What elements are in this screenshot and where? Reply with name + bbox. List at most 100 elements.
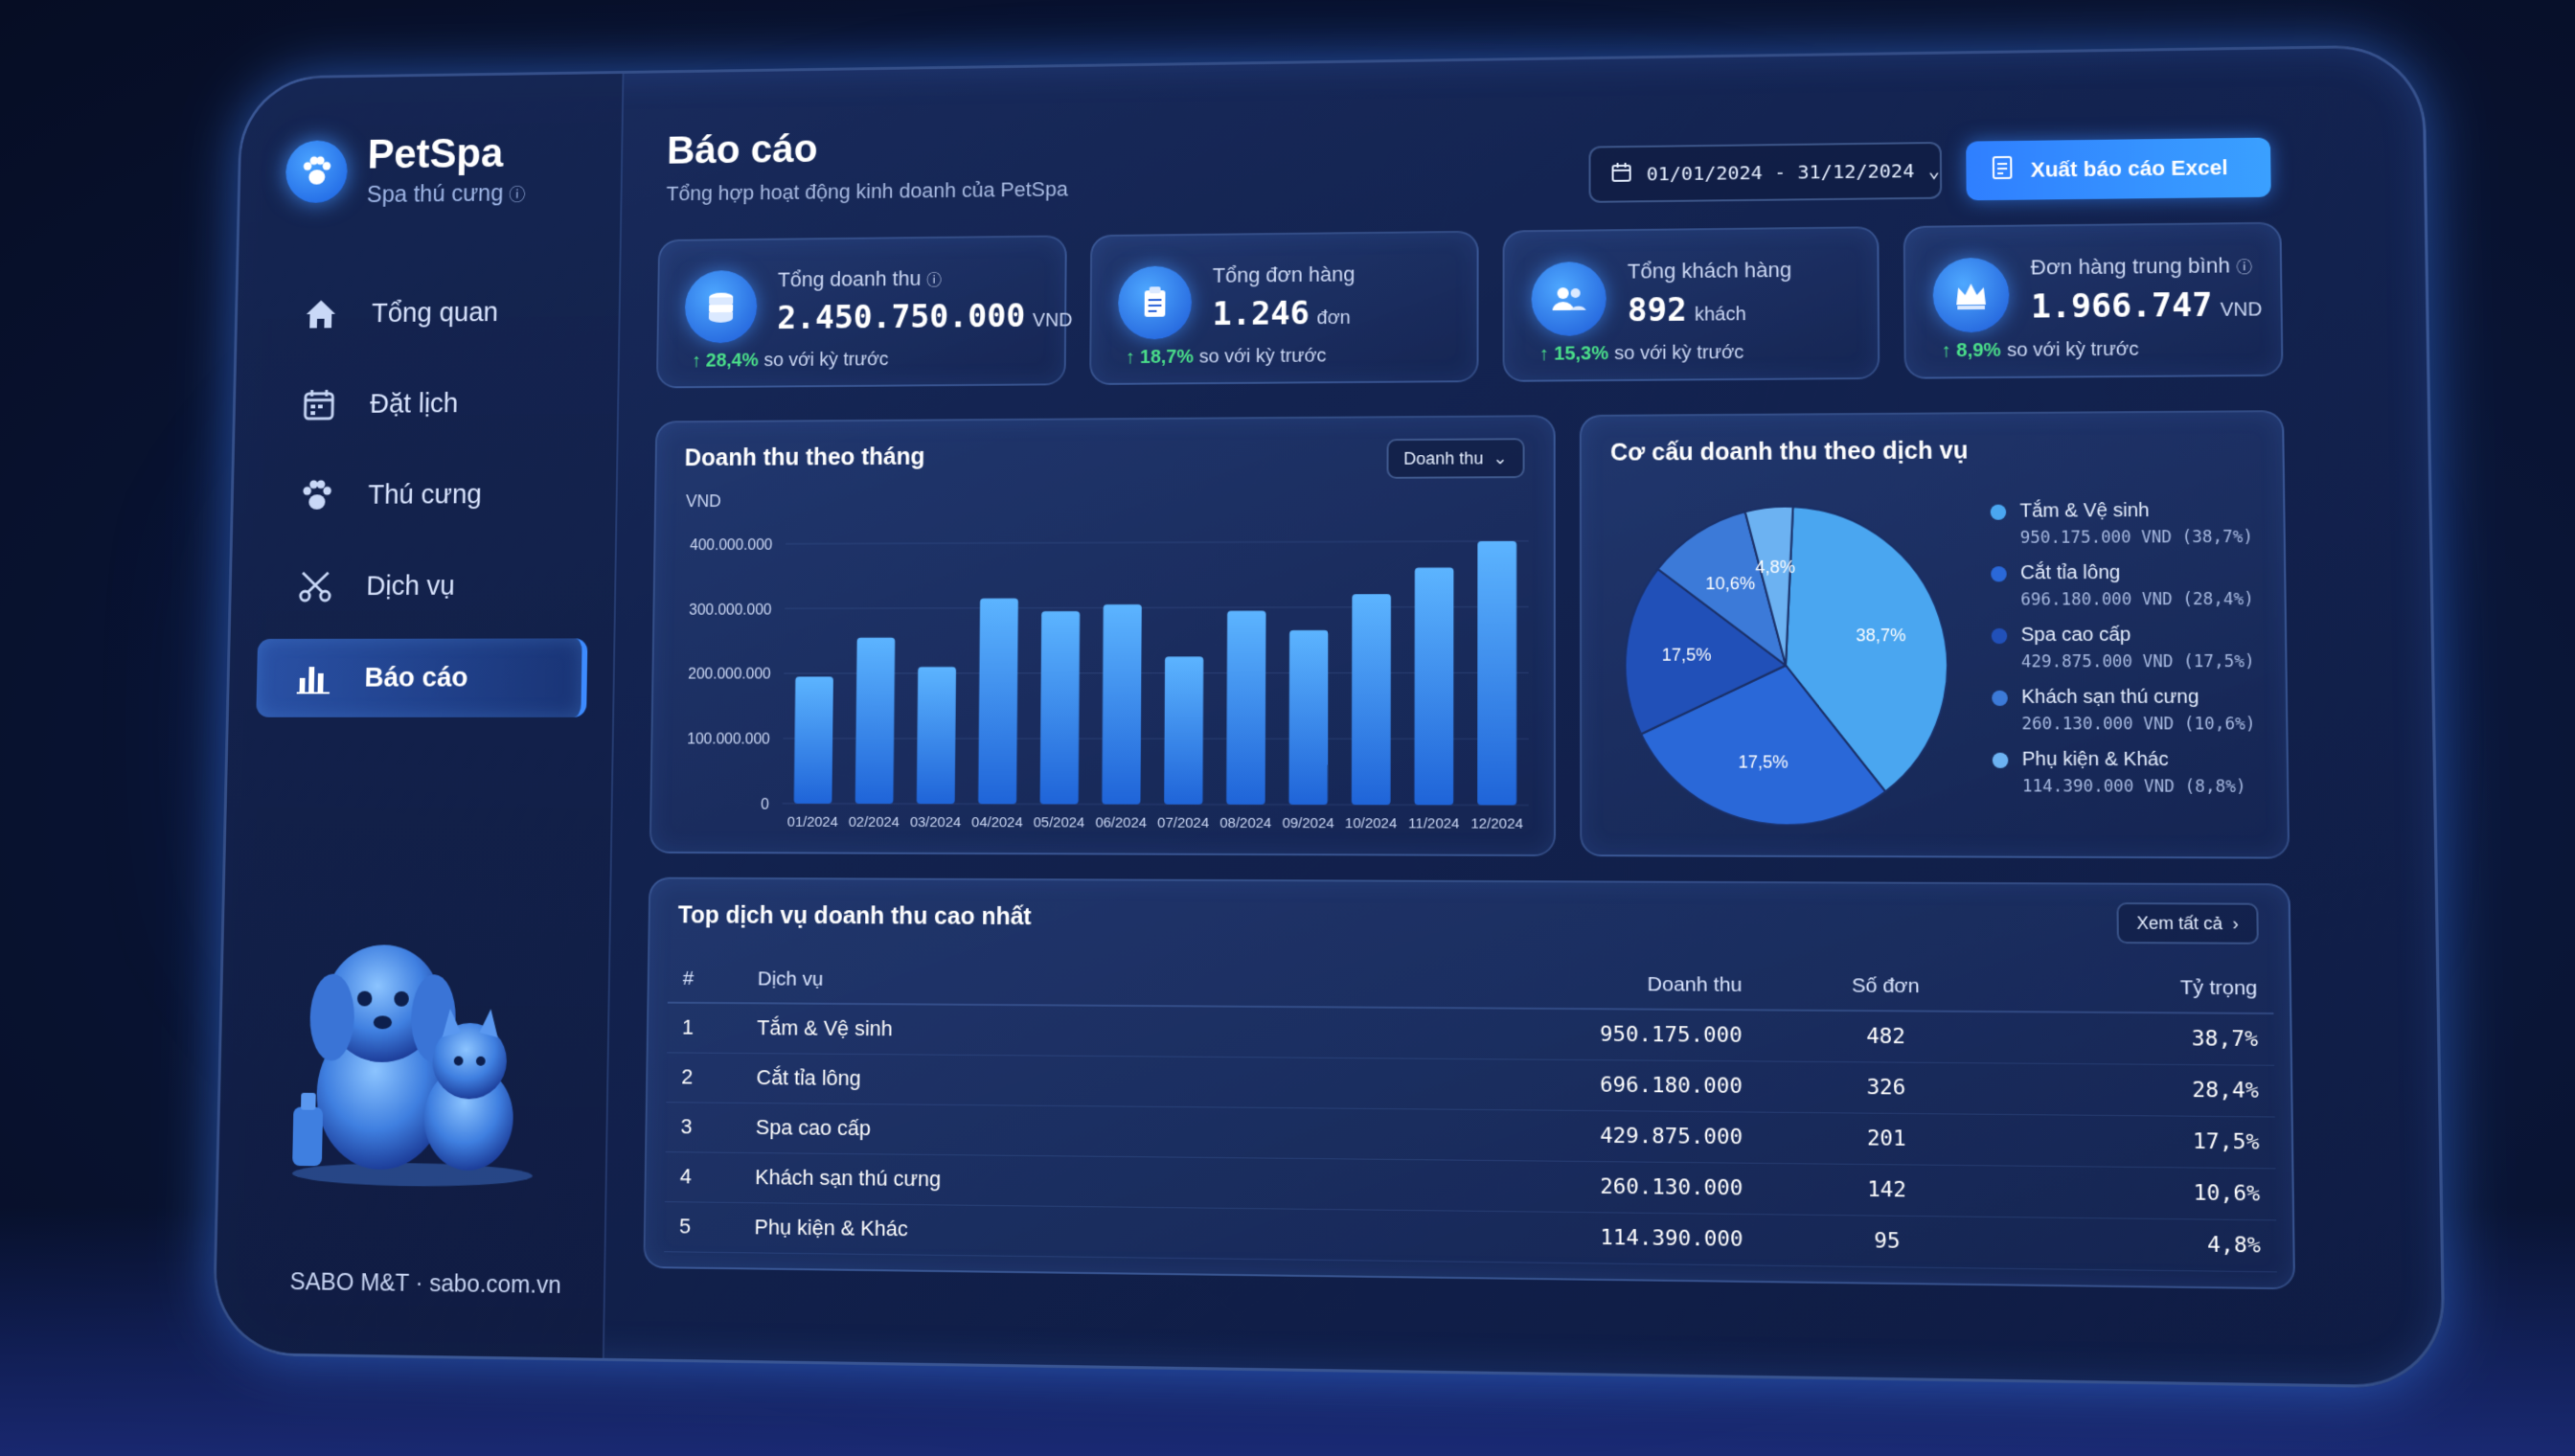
top-services-panel: Top dịch vụ doanh thu cao nhất Xem tất c… bbox=[643, 876, 2296, 1290]
bar bbox=[1226, 610, 1266, 805]
stat-card-orders: Tổng đơn hàng 1.246 đơn ↑ 18,7% so với kỳ … bbox=[1089, 230, 1479, 386]
legend-item[interactable]: Spa cao cấp 429.875.000 VND (17,5%) bbox=[1991, 624, 2255, 672]
legend-item[interactable]: Phụ kiện & Khác 114.390.000 VND (8,8%) bbox=[1992, 749, 2246, 797]
bar bbox=[1351, 594, 1391, 806]
stat-value: 2.450.750.000 VND bbox=[777, 297, 1073, 337]
app-window: PetSpa Spa thú cưngⓘ Tổng quan Đặt lịch bbox=[212, 44, 2447, 1389]
column-header: Tỷ trọng bbox=[2014, 962, 2274, 1014]
gridline bbox=[786, 541, 1529, 544]
stat-change: ↑ 28,4% so với kỳ trước bbox=[691, 349, 889, 372]
row-share: 28,4% bbox=[2015, 1062, 2275, 1117]
x-tick-label: 08/2024 bbox=[1219, 816, 1271, 831]
x-tick-label: 05/2024 bbox=[1034, 815, 1085, 830]
column-header: Doanh thu bbox=[1465, 959, 1758, 1011]
legend-label: Tắm & Vệ sinh bbox=[2019, 499, 2150, 522]
legend-value: 429.875.000 VND (17,5%) bbox=[2020, 651, 2255, 672]
info-icon[interactable]: ⓘ bbox=[926, 273, 942, 289]
legend-label: Khách sạn thú cưng bbox=[2021, 686, 2199, 708]
bar bbox=[1039, 611, 1081, 805]
info-icon[interactable]: ⓘ bbox=[509, 186, 525, 204]
panel-title: Top dịch vụ doanh thu cao nhất bbox=[677, 901, 1032, 931]
row-share: 17,5% bbox=[2015, 1114, 2276, 1169]
sidebar-item-label: Thú cưng bbox=[367, 479, 483, 511]
row-revenue: 950.175.000 bbox=[1465, 1008, 1759, 1061]
column-header: Số đơn bbox=[1757, 961, 2015, 1012]
sidebar-item-label: Dịch vụ bbox=[366, 570, 456, 602]
x-tick-label: 04/2024 bbox=[971, 815, 1023, 830]
stat-label: Tổng khách hàng bbox=[1627, 258, 1792, 284]
row-service: Phụ kiện & Khác bbox=[739, 1202, 1466, 1262]
row-revenue: 696.180.000 bbox=[1465, 1058, 1759, 1112]
row-service: Spa cao cấp bbox=[740, 1102, 1466, 1160]
bar bbox=[1164, 656, 1204, 805]
scissors-icon bbox=[295, 566, 336, 607]
brand[interactable]: PetSpa Spa thú cưng ⓘ bbox=[285, 130, 527, 210]
row-service: Khách sạn thú cưng bbox=[740, 1151, 1466, 1211]
legend-value: 696.180.000 VND (28,4%) bbox=[2020, 589, 2254, 610]
coins-icon bbox=[684, 269, 758, 344]
metric-dropdown[interactable]: Doanh thu ⌄ bbox=[1386, 438, 1525, 479]
panel-title: Cơ cấu doanh thu theo dịch vụ bbox=[1610, 437, 1969, 466]
legend-label: Cắt tỉa lông bbox=[2019, 561, 2121, 584]
chevron-down-icon: ⌄ bbox=[1927, 158, 1941, 182]
sidebar-item-dich-vu[interactable]: Dịch vụ bbox=[258, 547, 589, 626]
row-rank: 4 bbox=[664, 1151, 741, 1203]
service-pie-chart: 38,7% 17,5% 17,5% 10,6%4,8% bbox=[1591, 472, 1983, 860]
row-share: 10,6% bbox=[2016, 1165, 2277, 1220]
row-service: Cắt tỉa lông bbox=[741, 1053, 1466, 1109]
stat-value: 1.966.747 VND bbox=[2030, 285, 2263, 327]
footer-credit: SABO M&T · sabo.com.vn bbox=[289, 1268, 562, 1299]
sidebar-item-tong-quan[interactable]: Tổng quan bbox=[263, 273, 593, 353]
paw-icon bbox=[297, 475, 338, 516]
legend-item[interactable]: Khách sạn thú cưng 260.130.000 VND (10,6%… bbox=[1992, 686, 2256, 735]
crown-icon bbox=[1932, 257, 2010, 333]
sidebar-item-thu-cung[interactable]: Thú cưng bbox=[260, 455, 590, 535]
stat-label: Tổng doanh thu ⓘ bbox=[777, 266, 942, 292]
date-range-picker[interactable]: 01/01/2024 - 31/12/2024 ⌄ bbox=[1588, 141, 1943, 203]
row-rank: 3 bbox=[665, 1102, 741, 1152]
column-header: # bbox=[667, 954, 743, 1004]
see-all-label: Xem tất cả bbox=[2136, 912, 2223, 933]
stat-change: ↑ 18,7% so với kỳ trước bbox=[1125, 345, 1327, 369]
x-tick-label: 10/2024 bbox=[1345, 816, 1397, 832]
see-all-button[interactable]: Xem tất cả › bbox=[2116, 902, 2259, 944]
row-revenue: 429.875.000 bbox=[1465, 1108, 1759, 1163]
pie-slice-label: 4,8% bbox=[1755, 557, 1795, 578]
stat-card-avg-order: Đơn hàng trung bình ⓘ 1.966.747 VND ↑ 8,9… bbox=[1903, 221, 2284, 379]
stat-value: 892 khách bbox=[1627, 290, 1746, 330]
row-share: 38,7% bbox=[2014, 1012, 2275, 1065]
export-excel-button[interactable]: Xuất báo cáo Excel bbox=[1966, 137, 2271, 201]
legend-item[interactable]: Cắt tỉa lông 696.180.000 VND (28,4%) bbox=[1991, 561, 2254, 610]
export-label: Xuất báo cáo Excel bbox=[2030, 155, 2228, 182]
service-pie-panel: Cơ cấu doanh thu theo dịch vụ 38,7% 17,5%… bbox=[1579, 410, 2290, 860]
bar bbox=[916, 667, 957, 805]
sidebar-item-bao-cao[interactable]: Báo cáo bbox=[256, 638, 588, 717]
page-subtitle: Tổng hợp hoạt động kinh doanh của PetSpa bbox=[666, 176, 1069, 206]
legend-label: Spa cao cấp bbox=[2020, 624, 2131, 647]
stat-change: ↑ 15,3% so với kỳ trước bbox=[1538, 342, 1744, 365]
stat-card-customers: Tổng khách hàng 892 khách ↑ 15,3% so với k… bbox=[1502, 226, 1880, 382]
legend-swatch bbox=[1991, 627, 2008, 644]
clipboard-icon bbox=[1117, 265, 1193, 340]
y-tick-label: 400.000.000 bbox=[690, 537, 773, 554]
column-header: Dịch vụ bbox=[741, 955, 1466, 1009]
brand-title: PetSpa bbox=[367, 130, 504, 178]
chevron-right-icon: › bbox=[2232, 913, 2239, 933]
pet-mascot-illustration bbox=[273, 904, 556, 1191]
legend-value: 260.130.000 VND (10,6%) bbox=[2021, 715, 2256, 735]
row-orders: 142 bbox=[1758, 1162, 2017, 1217]
bar bbox=[855, 637, 896, 805]
row-rank: 5 bbox=[664, 1201, 741, 1253]
pie-slice-label: 38,7% bbox=[1856, 626, 1906, 646]
row-orders: 326 bbox=[1758, 1060, 2016, 1115]
excel-file-icon bbox=[1990, 155, 2016, 186]
page-title: Báo cáo bbox=[666, 125, 818, 172]
info-icon[interactable]: ⓘ bbox=[2236, 260, 2252, 276]
x-tick-label: 02/2024 bbox=[849, 815, 900, 830]
x-tick-label: 01/2024 bbox=[787, 814, 838, 830]
stat-card-revenue: Tổng doanh thu ⓘ 2.450.750.000 VND ↑ 28,4… bbox=[655, 235, 1072, 389]
pie-slice-label: 10,6% bbox=[1705, 573, 1755, 593]
sidebar-item-dat-lich[interactable]: Đặt lịch bbox=[262, 364, 592, 444]
legend-item[interactable]: Tắm & Vệ sinh 950.175.000 VND (38,7%) bbox=[1990, 499, 2253, 548]
bar bbox=[1288, 629, 1329, 806]
